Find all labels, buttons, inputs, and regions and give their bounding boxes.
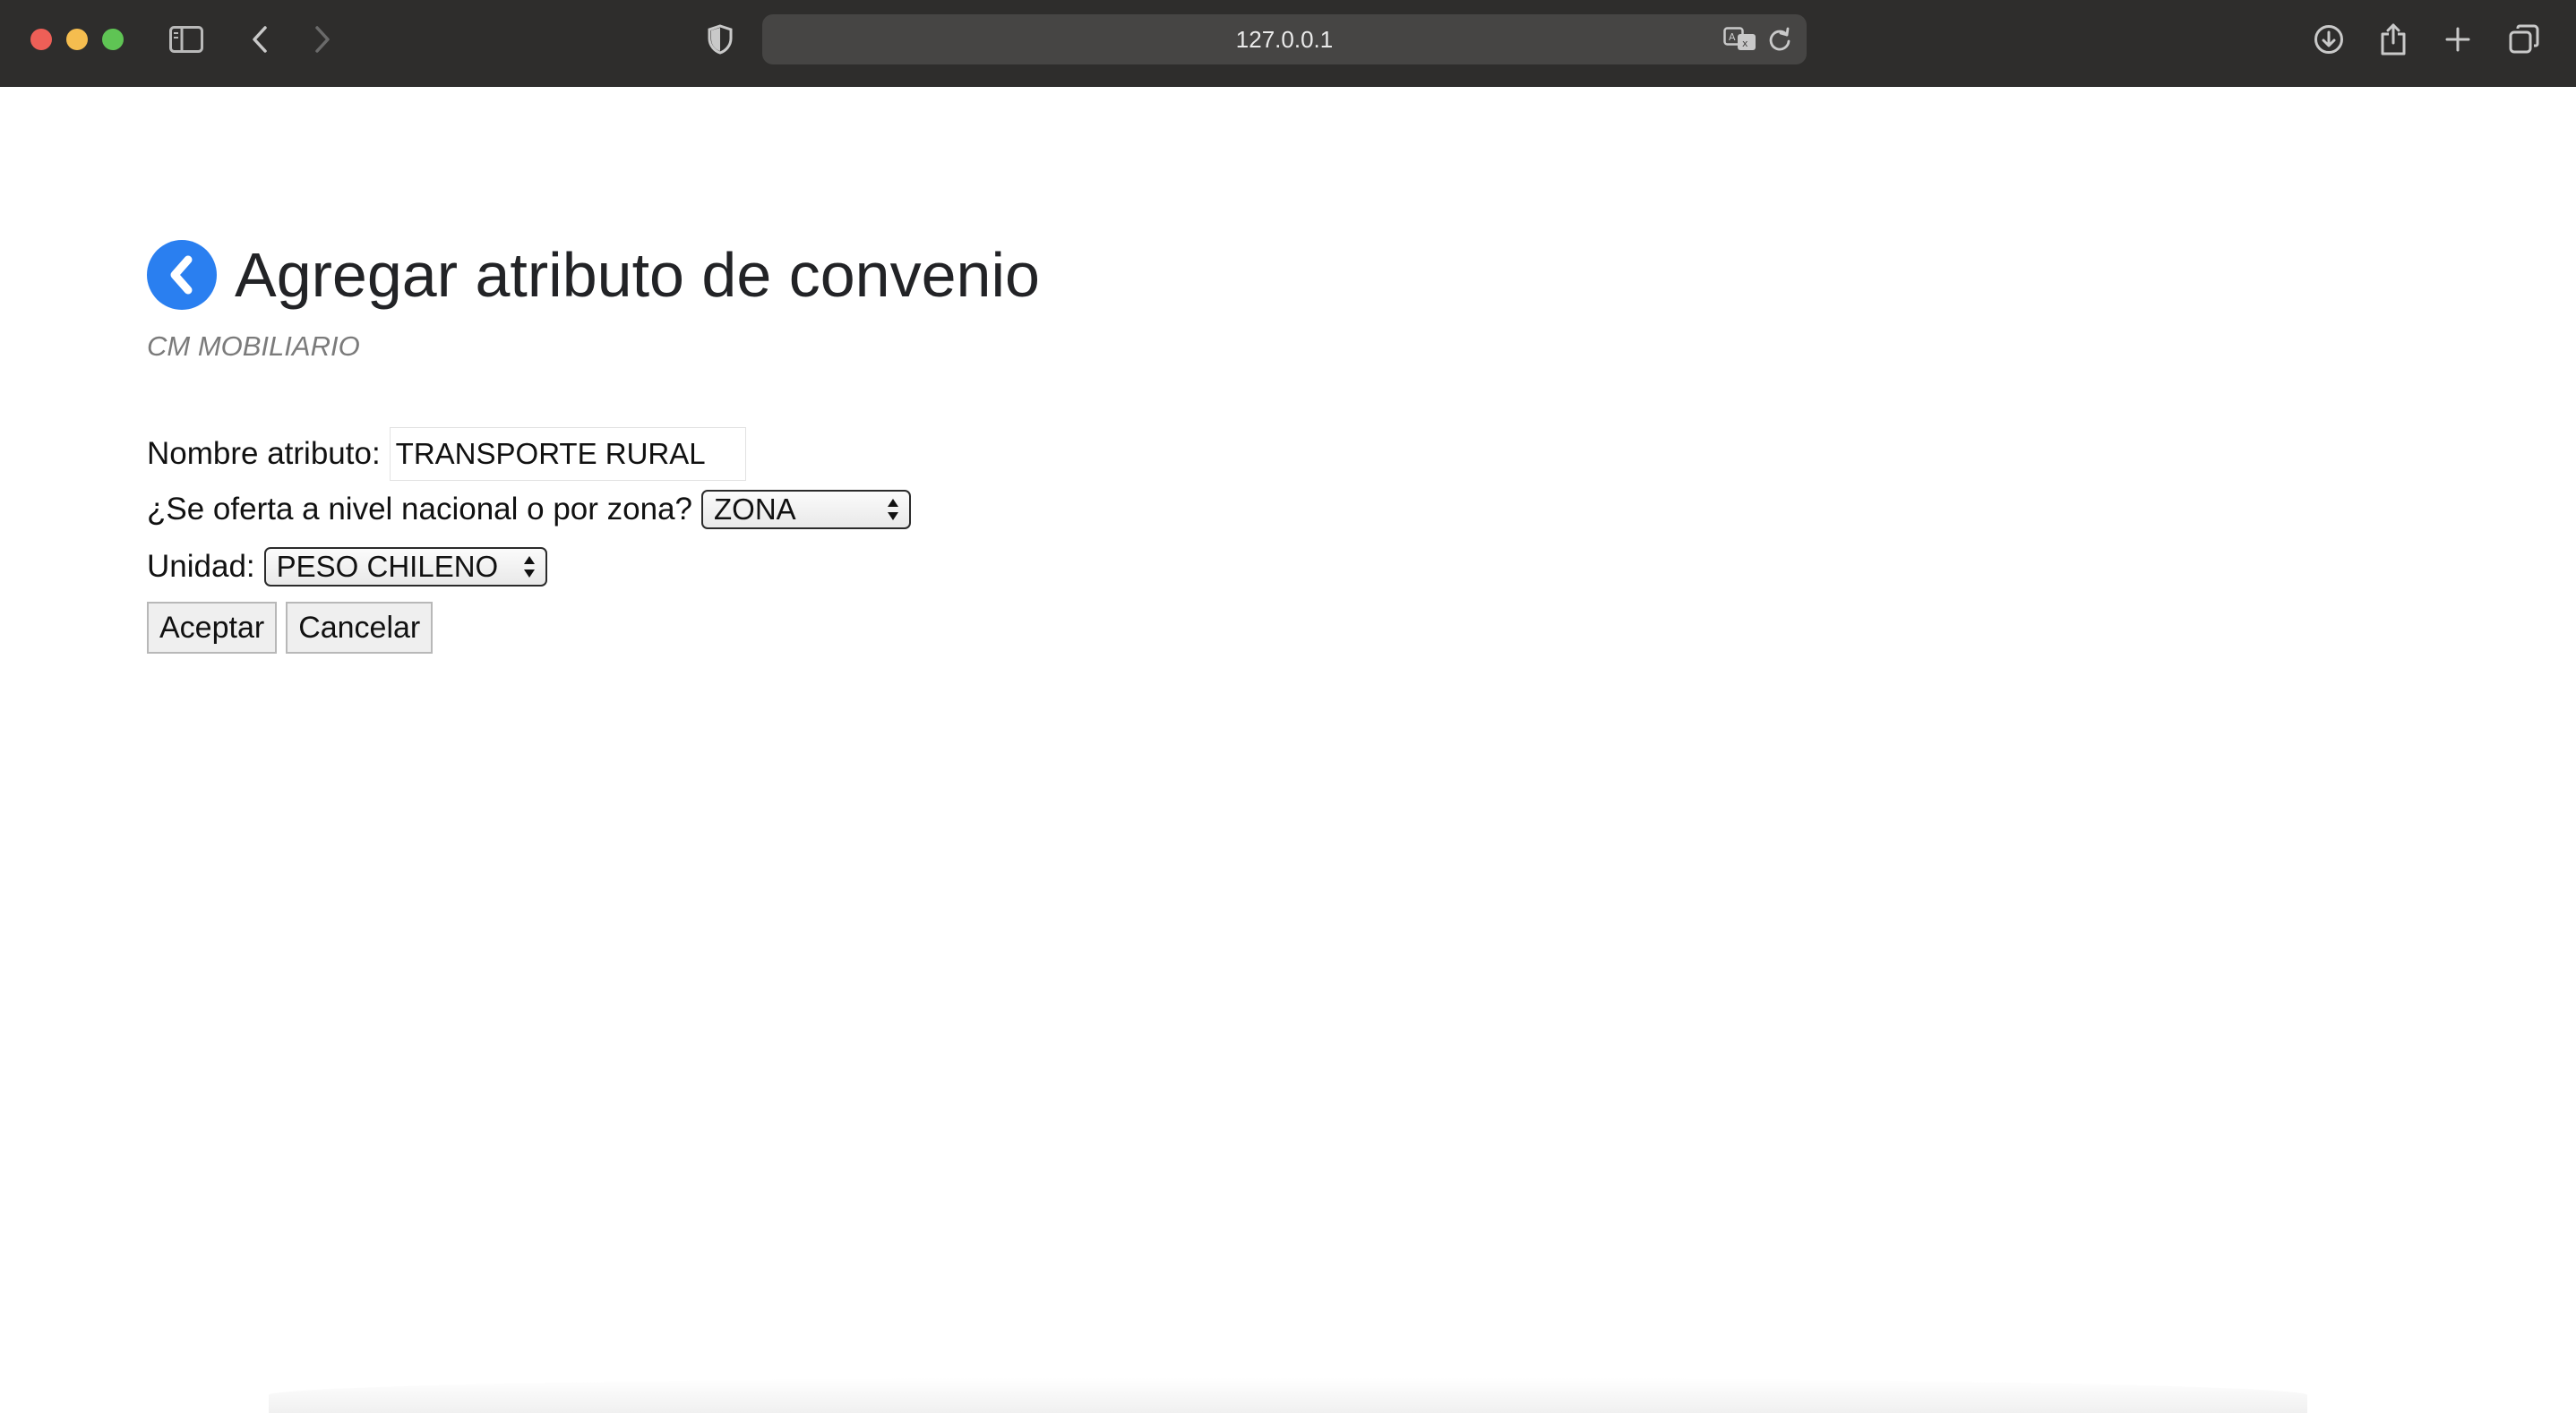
maximize-window-button[interactable] xyxy=(102,29,124,50)
translate-icon[interactable]: A x xyxy=(1722,21,1758,57)
title-row: Agregar atributo de convenio xyxy=(147,237,1040,313)
select-arrows-icon xyxy=(523,556,535,578)
page-subtitle: CM MOBILIARIO xyxy=(147,330,360,362)
chevron-left-icon xyxy=(170,255,193,295)
minimize-window-button[interactable] xyxy=(66,29,88,50)
unidad-select[interactable]: PESO CHILENO xyxy=(263,547,547,587)
address-bar[interactable]: 127.0.0.1 A x xyxy=(762,14,1807,64)
nombre-atributo-label: Nombre atributo: xyxy=(147,436,381,471)
nombre-atributo-row: Nombre atributo: xyxy=(147,427,746,481)
download-icon[interactable] xyxy=(2311,21,2347,57)
accept-button[interactable]: Aceptar xyxy=(147,602,278,654)
browser-window: 127.0.0.1 A x Agregar atributo de conven… xyxy=(0,0,2576,1413)
browser-toolbar: 127.0.0.1 A x xyxy=(0,0,2576,87)
unidad-selected-value: PESO CHILENO xyxy=(276,550,499,583)
cancel-button[interactable]: Cancelar xyxy=(286,602,434,654)
zona-row: ¿Se oferta a nivel nacional o por zona? … xyxy=(147,484,911,535)
new-tab-icon[interactable] xyxy=(2440,21,2476,57)
page-content: Agregar atributo de convenio CM MOBILIAR… xyxy=(0,87,2576,1413)
back-button[interactable] xyxy=(147,240,217,310)
unidad-row: Unidad: PESO CHILENO xyxy=(147,542,547,592)
nombre-atributo-input[interactable] xyxy=(389,427,746,481)
zona-label: ¿Se oferta a nivel nacional o por zona? xyxy=(147,492,692,527)
zona-select[interactable]: ZONA xyxy=(701,490,911,529)
svg-text:x: x xyxy=(1742,38,1748,49)
page-title: Agregar atributo de convenio xyxy=(235,240,1040,310)
svg-text:A: A xyxy=(1729,31,1736,43)
forward-arrow-icon[interactable] xyxy=(305,21,340,57)
bottom-shadow xyxy=(269,1377,2307,1413)
reload-icon[interactable] xyxy=(1762,21,1798,57)
form-actions: Aceptar Cancelar xyxy=(147,601,434,655)
tabs-overview-icon[interactable] xyxy=(2506,21,2542,57)
back-arrow-icon[interactable] xyxy=(242,21,278,57)
zona-selected-value: ZONA xyxy=(714,492,796,526)
close-window-button[interactable] xyxy=(30,29,52,50)
sidebar-icon[interactable] xyxy=(168,21,204,57)
shield-icon[interactable] xyxy=(702,21,738,57)
select-arrows-icon xyxy=(888,499,898,520)
unidad-label: Unidad: xyxy=(147,549,255,584)
share-icon[interactable] xyxy=(2375,21,2411,57)
address-text: 127.0.0.1 xyxy=(1235,25,1334,53)
